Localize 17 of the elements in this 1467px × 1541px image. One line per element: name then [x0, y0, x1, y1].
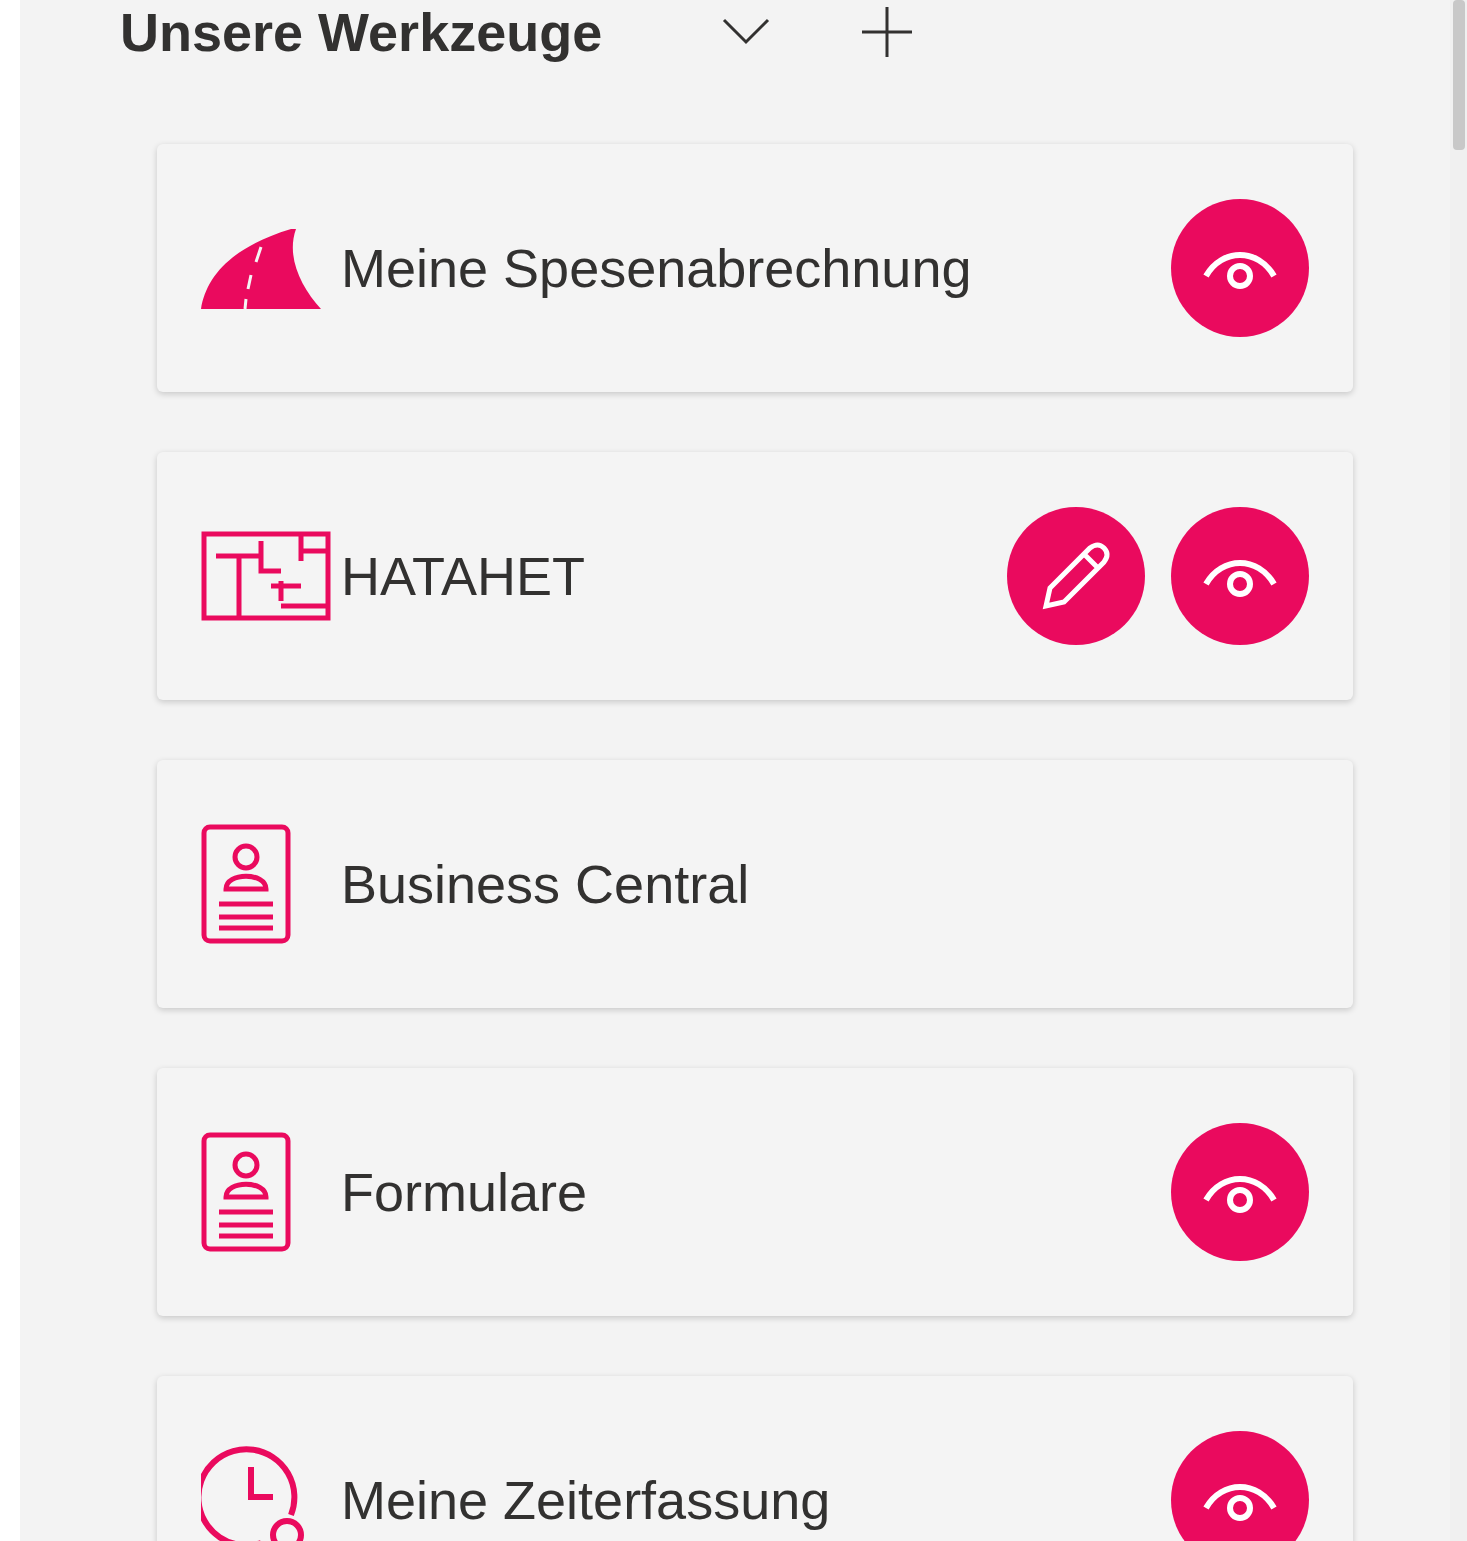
id-card-icon [201, 1132, 291, 1252]
chevron-down-icon[interactable] [722, 18, 771, 46]
id-card-icon [201, 824, 291, 944]
tool-card[interactable]: Formulare [157, 1068, 1353, 1316]
tool-label: Meine Zeiterfassung [341, 1468, 832, 1532]
road-icon [201, 227, 321, 309]
add-icon[interactable] [862, 7, 913, 57]
tool-card[interactable]: Meine Spesenabrechnung [157, 144, 1353, 392]
scrollbar[interactable] [1450, 0, 1467, 1541]
tool-card[interactable]: Business Central [157, 760, 1353, 1008]
tool-label: HATAHET [341, 544, 586, 608]
tool-card[interactable]: Meine Zeiterfassung [157, 1376, 1353, 1541]
tool-label: Formulare [341, 1160, 589, 1224]
tool-label: Meine Spesenabrechnung [341, 236, 973, 300]
floor-plan-icon [201, 531, 331, 621]
tool-label: Business Central [341, 852, 751, 916]
tool-card[interactable]: HATAHET [157, 452, 1353, 700]
